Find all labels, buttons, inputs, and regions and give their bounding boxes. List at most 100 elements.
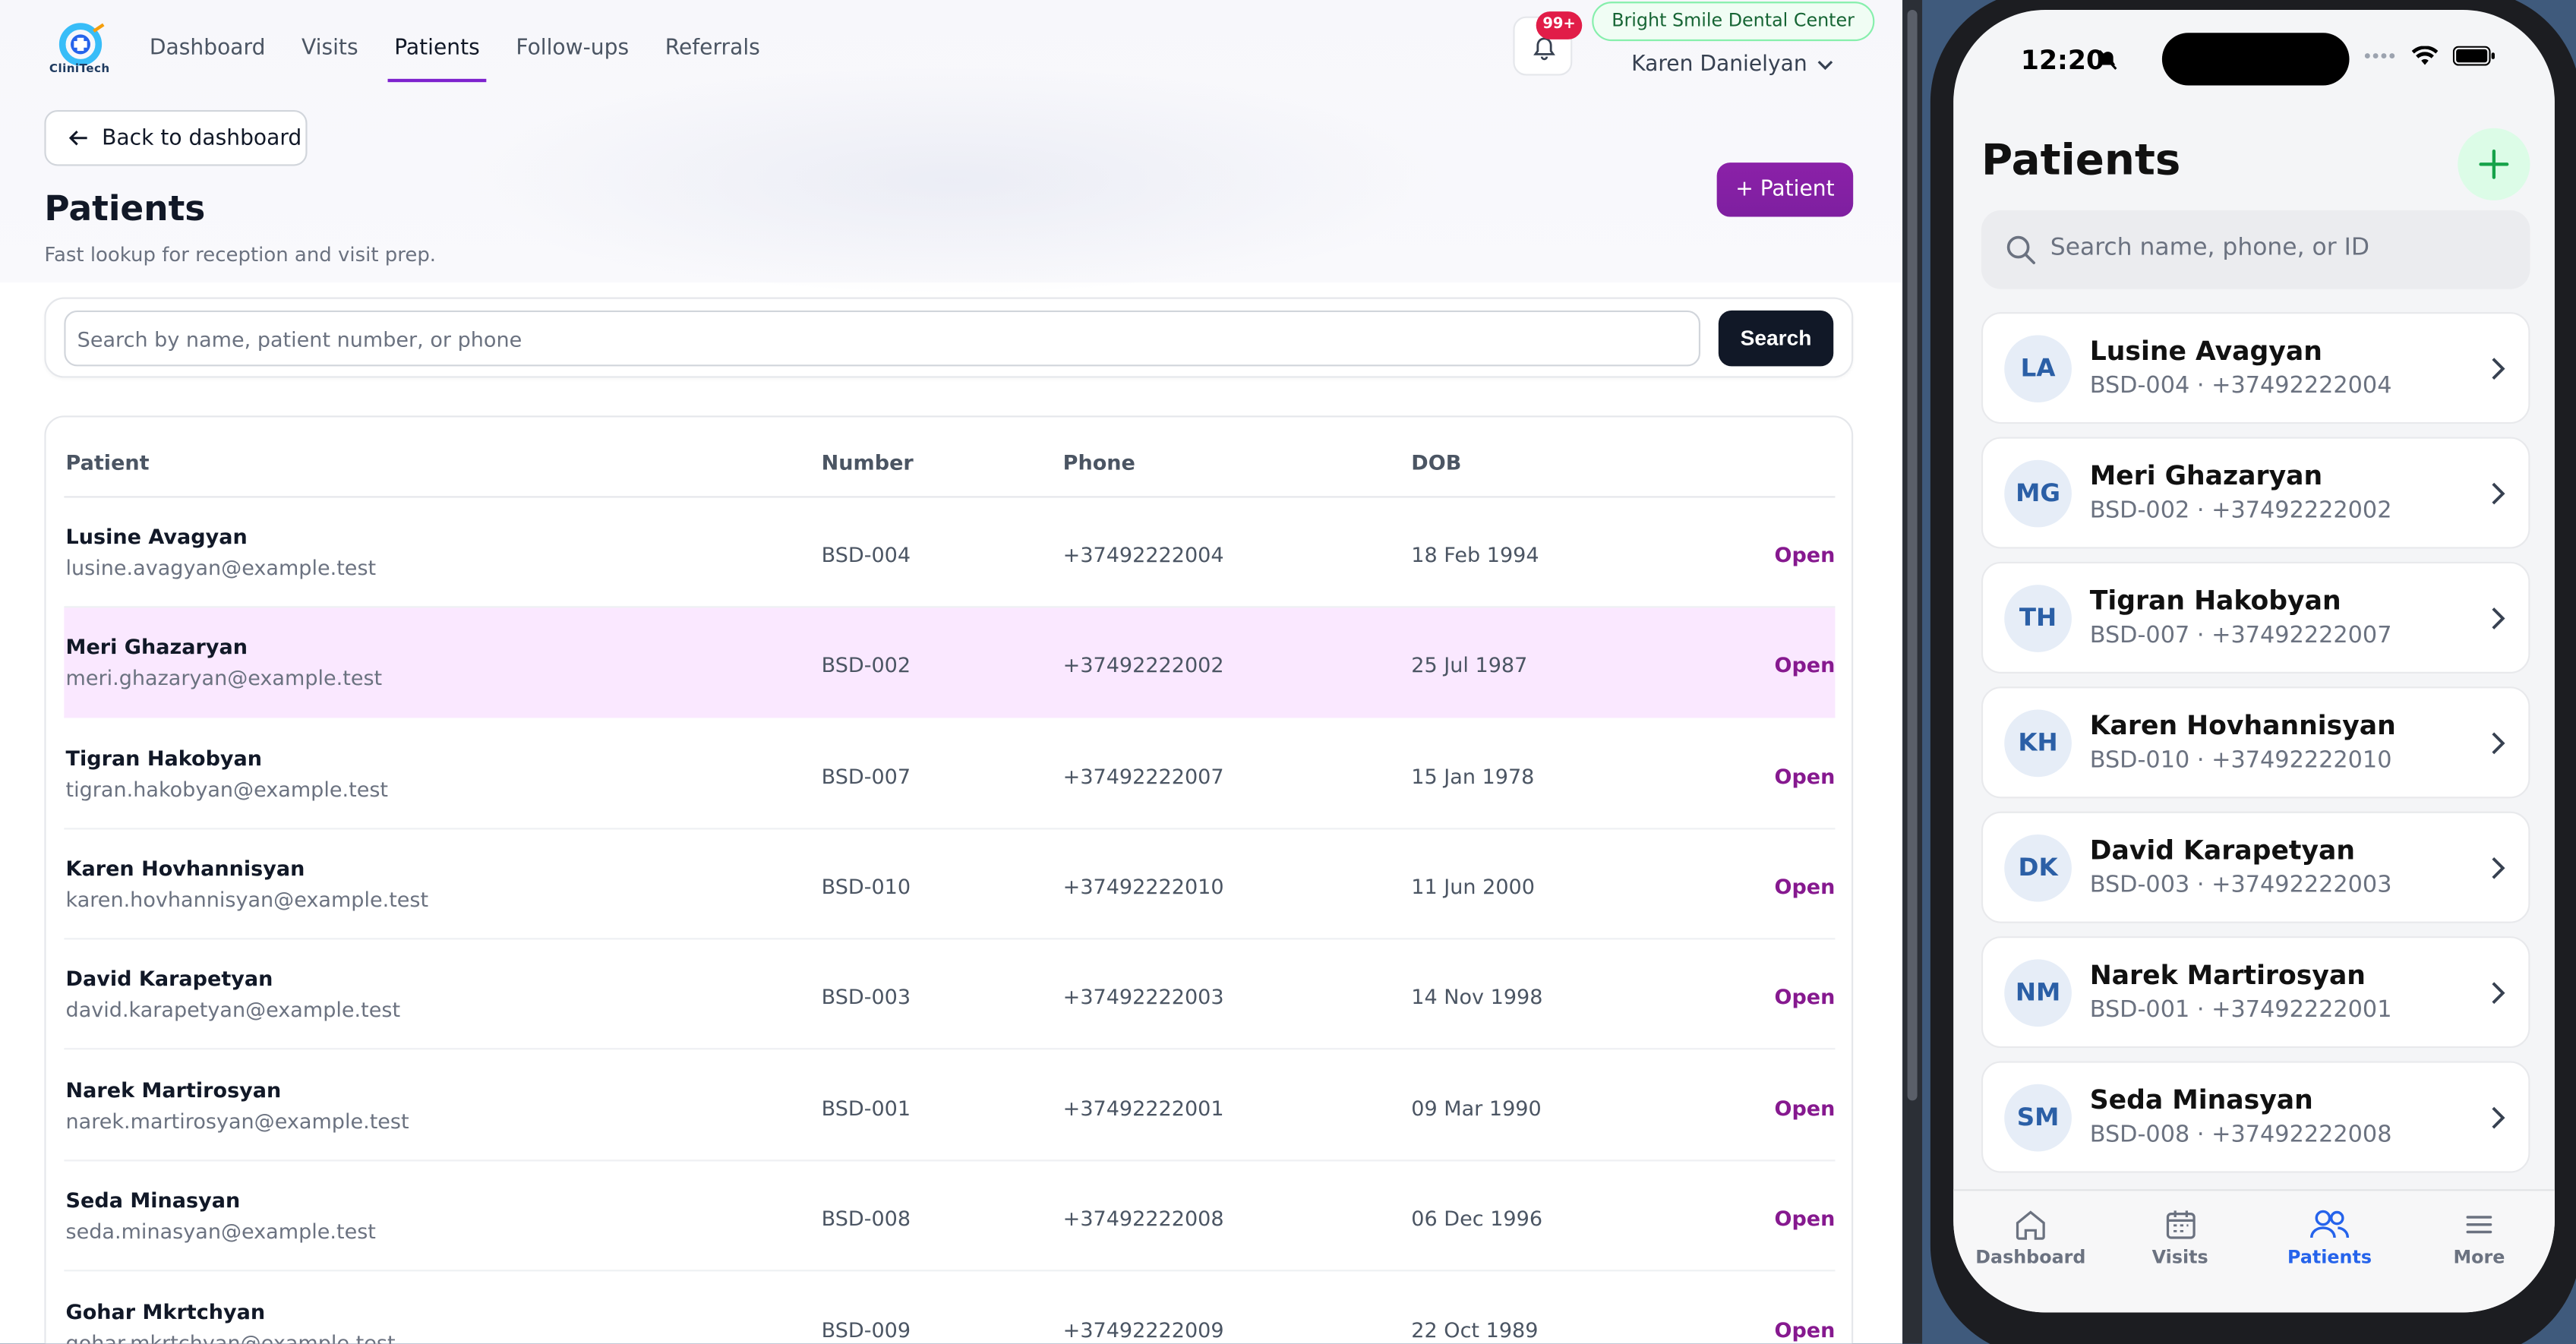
mobile-page-title: Patients <box>1981 136 2181 186</box>
tab-patients[interactable]: Patients <box>2272 1209 2387 1268</box>
nav-dashboard[interactable]: Dashboard <box>150 34 266 82</box>
scrollbar[interactable] <box>1907 9 1918 1101</box>
search-icon <box>2006 235 2036 264</box>
table-row[interactable]: Meri Ghazaryan meri.ghazaryan@example.te… <box>64 607 1836 718</box>
battery-icon <box>2452 46 2495 66</box>
patient-number: BSD-001 <box>821 1095 911 1121</box>
table-row[interactable]: Gohar Mkrtchyan gohar.mkrtchyan@example.… <box>64 1273 1836 1343</box>
main-nav: Dashboard Visits Patients Follow-ups Ref… <box>150 34 797 83</box>
patient-email: lusine.avagyan@example.test <box>65 555 377 580</box>
open-patient-link[interactable]: Open <box>1774 1206 1835 1230</box>
add-patient-button[interactable]: + Patient <box>1716 162 1854 217</box>
patient-phone: +37492222003 <box>1062 983 1224 1009</box>
avatar: KH <box>2004 709 2072 778</box>
home-icon <box>2016 1210 2045 1240</box>
open-patient-link[interactable]: Open <box>1774 542 1835 566</box>
patient-phone: +37492222008 <box>1062 1205 1224 1231</box>
list-item[interactable]: TH Tigran Hakobyan BSD-007 · +3749222200… <box>1981 561 2530 674</box>
table-row[interactable]: Narek Martirosyan narek.martirosyan@exam… <box>64 1052 1836 1162</box>
list-item[interactable]: KH Karen Hovhannisyan BSD-010 · +3749222… <box>1981 686 2530 799</box>
open-patient-link[interactable]: Open <box>1774 652 1835 677</box>
open-patient-link[interactable]: Open <box>1774 764 1835 788</box>
patient-name: Tigran Hakobyan <box>2089 585 2341 617</box>
list-item[interactable]: MG Meri Ghazaryan BSD-002 · +37492222002 <box>1981 437 2530 549</box>
back-to-dashboard-button[interactable]: Back to dashboard <box>44 109 308 166</box>
back-button-label: Back to dashboard <box>102 125 302 150</box>
list-item[interactable]: SM Seda Minasyan BSD-008 · +37492222008 <box>1981 1061 2530 1173</box>
nav-follow-ups[interactable]: Follow-ups <box>516 34 629 82</box>
patient-name: Tigran Hakobyan <box>65 746 263 771</box>
clinic-badge[interactable]: Bright Smile Dental Center <box>1592 2 1874 42</box>
user-name: Karen Danielyan <box>1631 52 1807 77</box>
search-button[interactable]: Search <box>1718 310 1834 367</box>
open-patient-link[interactable]: Open <box>1774 874 1835 898</box>
desktop-app: CliniTech Dashboard Visits Patients Foll… <box>0 0 1903 1344</box>
avatar: LA <box>2004 335 2072 403</box>
patient-number: BSD-007 <box>821 763 911 789</box>
patient-name: Karen Hovhannisyan <box>65 856 305 881</box>
dynamic-island <box>2161 33 2350 86</box>
patient-number: BSD-010 <box>821 873 911 899</box>
patient-dob: 15 Jan 1978 <box>1411 763 1535 789</box>
signal-icon <box>2364 53 2395 59</box>
patients-table: Patient Number Phone DOB Lusine Avagyan … <box>44 415 1854 1344</box>
patient-name: Narek Martirosyan <box>2089 959 2366 991</box>
patient-meta: BSD-007 · +37492222007 <box>2089 622 2392 649</box>
mobile-tab-bar: Dashboard Visits Patients More <box>1953 1189 2555 1313</box>
patient-name: Karen Hovhannisyan <box>2089 709 2396 741</box>
patient-dob: 06 Dec 1996 <box>1411 1205 1543 1231</box>
table-row[interactable]: Seda Minasyan seda.minasyan@example.test… <box>64 1161 1836 1272</box>
patient-meta: BSD-008 · +37492222008 <box>2089 1122 2392 1149</box>
column-header-phone: Phone <box>1062 450 1135 475</box>
list-item[interactable]: DK David Karapetyan BSD-003 · +374922220… <box>1981 811 2530 923</box>
chevron-right-icon <box>2492 358 2505 380</box>
search-card: Search <box>44 297 1854 378</box>
chevron-down-icon <box>1817 60 1833 71</box>
patient-number: BSD-009 <box>821 1317 911 1342</box>
avatar: DK <box>2004 834 2072 902</box>
open-patient-link[interactable]: Open <box>1774 1317 1835 1342</box>
bell-icon <box>1533 37 1555 61</box>
search-input[interactable] <box>64 310 1701 367</box>
table-header: Patient Number Phone DOB <box>64 417 1836 498</box>
tab-dashboard[interactable]: Dashboard <box>1973 1209 2088 1268</box>
patient-meta: BSD-003 · +37492222003 <box>2089 872 2392 899</box>
chevron-right-icon <box>2492 607 2505 629</box>
patient-name: Lusine Avagyan <box>65 524 248 549</box>
patient-email: karen.hovhannisyan@example.test <box>65 887 429 912</box>
patient-email: meri.ghazaryan@example.test <box>65 665 383 690</box>
plus-icon <box>2479 149 2509 179</box>
mobile-search-input[interactable]: Search name, phone, or ID <box>1981 210 2530 289</box>
mobile-add-patient-button[interactable] <box>2458 128 2530 200</box>
patient-meta: BSD-001 · +37492222001 <box>2089 997 2392 1024</box>
wifi-icon <box>2411 46 2439 65</box>
list-item[interactable]: LA Lusine Avagyan BSD-004 · +37492222004 <box>1981 312 2530 424</box>
user-menu[interactable]: Karen Danielyan <box>1631 52 1833 77</box>
tab-label: More <box>2453 1246 2505 1269</box>
patient-name: David Karapetyan <box>2089 834 2356 866</box>
column-header-patient: Patient <box>65 450 150 475</box>
logo-text: CliniTech <box>49 62 110 76</box>
patient-phone: +37492222001 <box>1062 1095 1224 1121</box>
page-title: Patients <box>44 188 206 229</box>
patient-dob: 25 Jul 1987 <box>1411 651 1528 677</box>
nav-referrals[interactable]: Referrals <box>665 34 760 82</box>
tab-more[interactable]: More <box>2422 1209 2537 1268</box>
open-patient-link[interactable]: Open <box>1774 984 1835 1008</box>
column-header-dob: DOB <box>1411 450 1462 475</box>
nav-patients[interactable]: Patients <box>387 34 487 83</box>
table-row[interactable]: David Karapetyan david.karapetyan@exampl… <box>64 939 1836 1050</box>
list-item[interactable]: NM Narek Martirosyan BSD-001 · +37492222… <box>1981 936 2530 1049</box>
open-patient-link[interactable]: Open <box>1774 1096 1835 1120</box>
mobile-app: 12:20 Patients Search name, phone, or ID… <box>1953 9 2555 1313</box>
patient-dob: 22 Oct 1989 <box>1411 1317 1539 1342</box>
arrow-left-icon <box>68 130 87 146</box>
notification-count-badge: 99+ <box>1536 11 1583 39</box>
nav-visits[interactable]: Visits <box>301 34 358 82</box>
table-row[interactable]: Lusine Avagyan lusine.avagyan@example.te… <box>64 497 1836 608</box>
patient-phone: +37492222010 <box>1062 873 1224 899</box>
table-row[interactable]: Karen Hovhannisyan karen.hovhannisyan@ex… <box>64 829 1836 940</box>
tab-visits[interactable]: Visits <box>2123 1209 2237 1268</box>
status-time: 12:20 <box>2020 44 2105 76</box>
table-row[interactable]: Tigran Hakobyan tigran.hakobyan@example.… <box>64 720 1836 830</box>
